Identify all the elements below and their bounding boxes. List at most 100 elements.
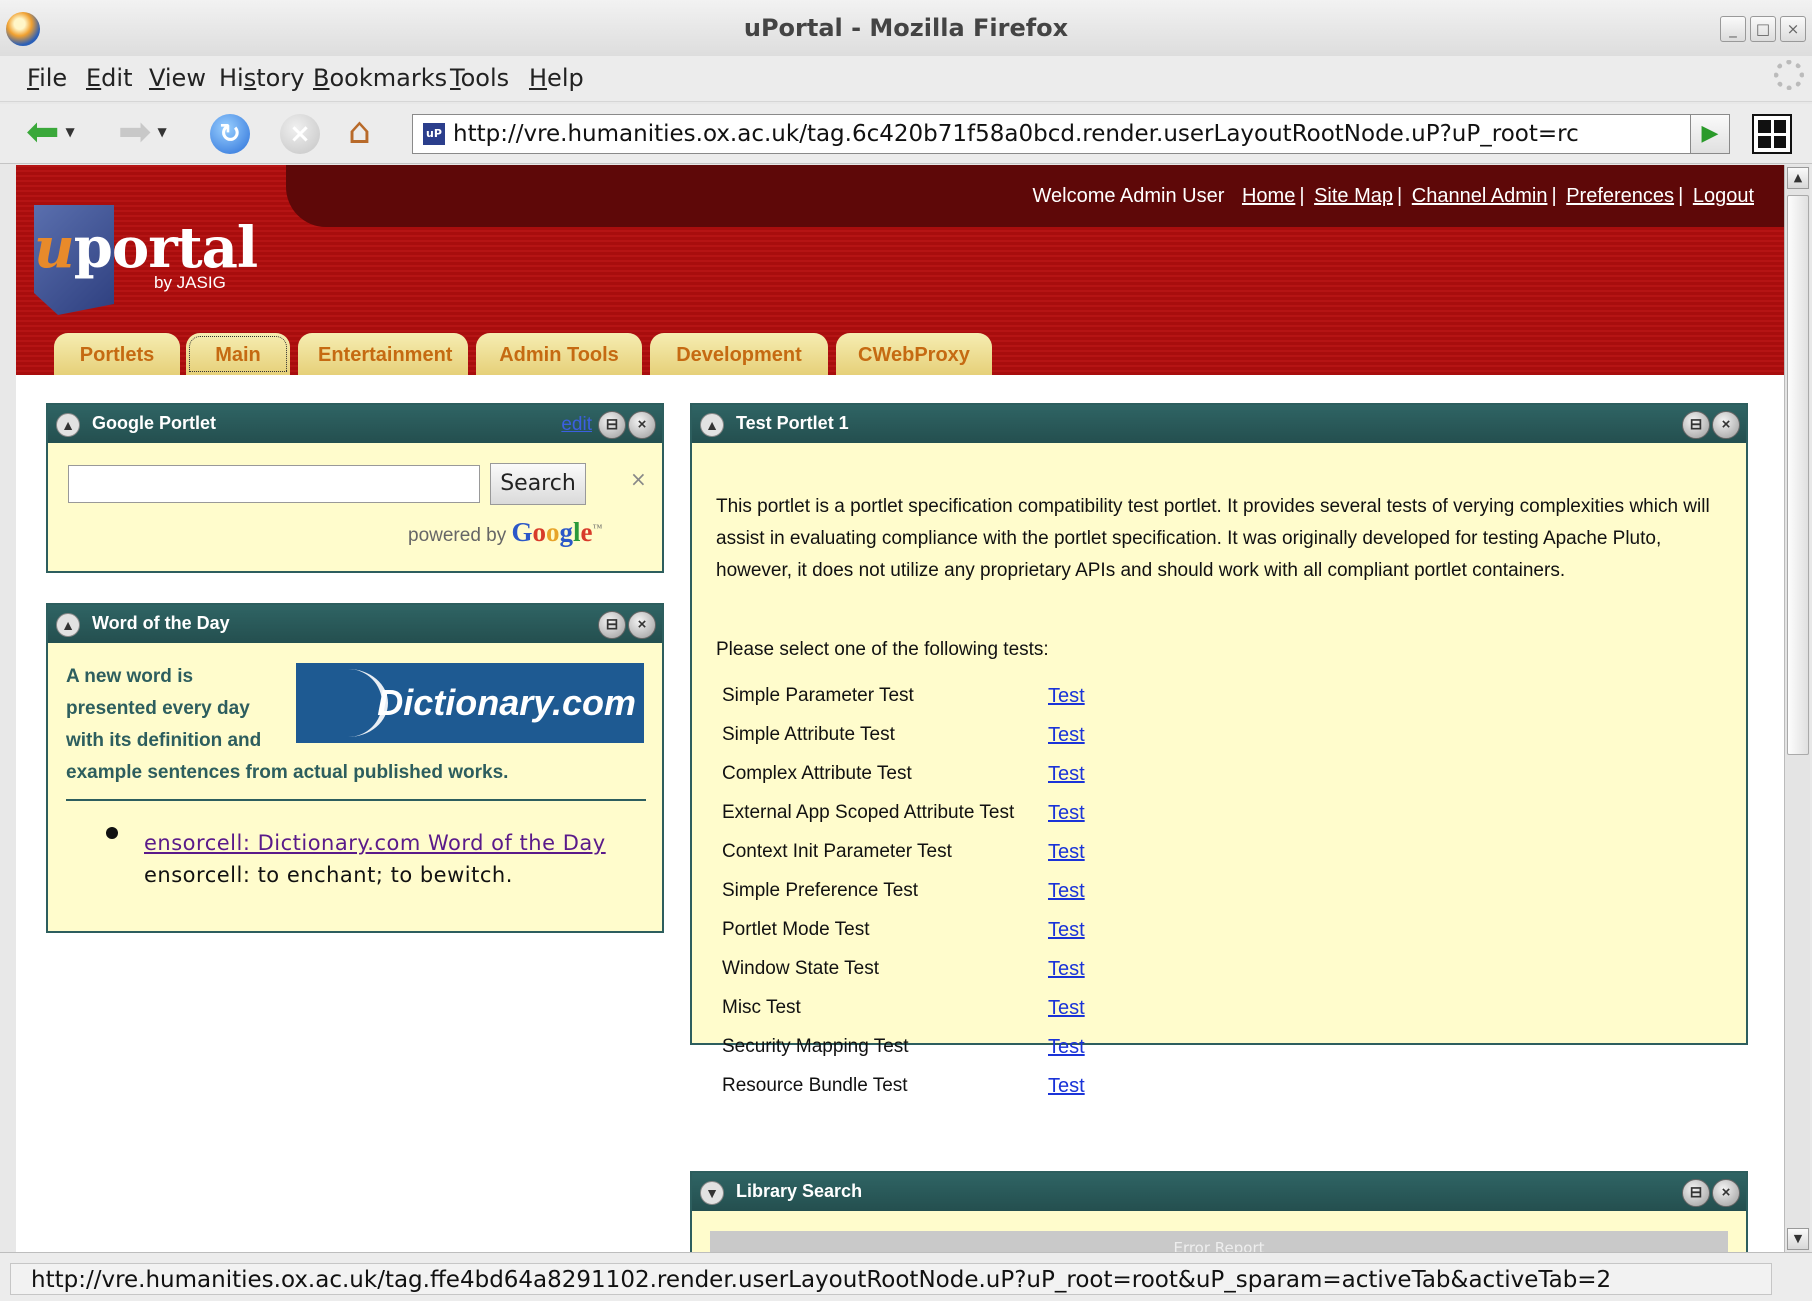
collapse-icon[interactable]: ▲ xyxy=(56,413,80,437)
edit-link[interactable]: edit xyxy=(561,414,592,436)
test-link[interactable]: Test xyxy=(1048,958,1085,981)
library-search-portlet: ▼ Library Search ⊟ × Error Report xyxy=(690,1171,1748,1252)
menu-history[interactable]: History xyxy=(219,60,304,96)
menu-help-key: H xyxy=(529,64,548,92)
nav-logout-link[interactable]: Logout xyxy=(1693,185,1754,207)
test-name: Simple Attribute Test xyxy=(722,724,895,745)
collapse-icon[interactable]: ▲ xyxy=(56,613,80,637)
welcome-text: Welcome Admin User xyxy=(1032,185,1225,207)
test-name: Simple Preference Test xyxy=(722,880,919,901)
close-portlet-icon[interactable]: × xyxy=(628,411,656,439)
menu-history-post: tory xyxy=(256,64,305,92)
minimize-button[interactable]: _ xyxy=(1720,16,1746,42)
menu-bookmarks[interactable]: Bookmarks xyxy=(313,60,447,96)
stop-button[interactable]: × xyxy=(280,114,320,154)
home-button[interactable]: ⌂ xyxy=(348,114,371,150)
menu-file-key: F xyxy=(27,64,40,92)
throbber-icon xyxy=(1774,60,1804,90)
url-bar[interactable]: uP http://vre.humanities.ox.ac.uk/tag.6c… xyxy=(412,114,1730,154)
nav-home-link[interactable]: Home xyxy=(1242,185,1295,207)
wotd-description-line: example sentences from actual published … xyxy=(66,762,509,783)
menu-history-pre: Hi xyxy=(219,64,244,92)
go-button[interactable]: ▶ xyxy=(1690,114,1730,154)
uportal-logo[interactable]: uportal xyxy=(34,215,258,281)
expand-icon[interactable]: ▼ xyxy=(700,1181,724,1205)
collapse-icon[interactable]: ▲ xyxy=(700,413,724,437)
window-controls: _ □ × xyxy=(1720,16,1806,42)
maximize-button[interactable]: □ xyxy=(1750,16,1776,42)
minimize-portlet-icon[interactable]: ⊟ xyxy=(1682,1179,1710,1207)
table-row: Simple Attribute Test Test xyxy=(722,724,1222,763)
tab-main[interactable]: Main xyxy=(186,333,290,375)
window-title: uPortal - Mozilla Firefox xyxy=(743,14,1069,42)
google-search-button[interactable]: Search xyxy=(490,463,586,505)
url-input[interactable]: http://vre.humanities.ox.ac.uk/tag.6c420… xyxy=(453,121,1699,147)
nav-channel-admin-link[interactable]: Channel Admin xyxy=(1412,185,1548,207)
test-link[interactable]: Test xyxy=(1048,724,1085,747)
test-intro-text: This portlet is a portlet specification … xyxy=(716,496,1710,581)
dictionary-logo[interactable]: Dictionary.com xyxy=(296,663,644,743)
close-portlet-icon[interactable]: × xyxy=(1712,411,1740,439)
test-link[interactable]: Test xyxy=(1048,997,1085,1020)
nav-sitemap-link[interactable]: Site Map xyxy=(1314,185,1393,207)
menu-help[interactable]: Help xyxy=(529,60,584,96)
portlet-titlebar: ▼ Library Search ⊟ × xyxy=(692,1173,1746,1211)
gnome-panel-icon[interactable] xyxy=(1752,114,1792,154)
tab-cwebproxy[interactable]: CWebProxy xyxy=(836,333,992,375)
scroll-down-icon[interactable]: ▼ xyxy=(1787,1228,1809,1250)
test-link[interactable]: Test xyxy=(1048,841,1085,864)
portlet-controls: ⊟ × xyxy=(1682,1179,1740,1207)
menu-edit-post: dit xyxy=(101,64,133,92)
test-name: Misc Test xyxy=(722,997,801,1018)
portlet-controls: ⊟ × xyxy=(598,611,656,639)
menu-view[interactable]: View xyxy=(149,60,206,96)
menubar: File Edit View History Bookmarks Tools H… xyxy=(0,56,1812,102)
clear-search-icon[interactable]: × xyxy=(630,467,647,491)
menu-file[interactable]: File xyxy=(27,60,67,96)
close-portlet-icon[interactable]: × xyxy=(628,611,656,639)
google-search-input[interactable] xyxy=(68,465,480,503)
nav-separator: | xyxy=(1678,185,1684,207)
status-text: http://vre.humanities.ox.ac.uk/tag.ffe4b… xyxy=(10,1263,1772,1295)
forward-dropdown-icon[interactable]: ▼ xyxy=(158,125,167,139)
minimize-portlet-icon[interactable]: ⊟ xyxy=(598,611,626,639)
forward-button[interactable]: ➡ ▼ xyxy=(118,112,167,152)
reload-button[interactable]: ↻ xyxy=(210,114,250,154)
divider xyxy=(66,799,646,801)
test-prompt: Please select one of the following tests… xyxy=(716,639,1049,660)
test-link[interactable]: Test xyxy=(1048,880,1085,903)
scrollbar-thumb[interactable] xyxy=(1787,195,1809,755)
vertical-scrollbar[interactable]: ▲ ▼ xyxy=(1784,165,1810,1252)
menu-tools[interactable]: Tools xyxy=(450,60,509,96)
menu-edit[interactable]: Edit xyxy=(86,60,132,96)
nav-preferences-link[interactable]: Preferences xyxy=(1566,185,1674,207)
scroll-up-icon[interactable]: ▲ xyxy=(1787,167,1809,189)
tab-entertainment[interactable]: Entertainment xyxy=(298,333,468,375)
back-button[interactable]: ⬅ ▼ xyxy=(26,112,75,152)
test-link[interactable]: Test xyxy=(1048,1075,1085,1098)
test-link[interactable]: Test xyxy=(1048,1036,1085,1059)
test-name: Security Mapping Test xyxy=(722,1036,909,1057)
logo-u: u xyxy=(34,215,75,281)
tab-development[interactable]: Development xyxy=(650,333,828,375)
test-link[interactable]: Test xyxy=(1048,802,1085,825)
test-link[interactable]: Test xyxy=(1048,685,1085,708)
close-portlet-icon[interactable]: × xyxy=(1712,1179,1740,1207)
test-link[interactable]: Test xyxy=(1048,763,1085,786)
google-logo-letter: o xyxy=(532,517,547,547)
test-link[interactable]: Test xyxy=(1048,919,1085,942)
back-dropdown-icon[interactable]: ▼ xyxy=(66,125,75,139)
test-name: Portlet Mode Test xyxy=(722,919,870,940)
tab-portlets[interactable]: Portlets xyxy=(54,333,180,375)
minimize-portlet-icon[interactable]: ⊟ xyxy=(1682,411,1710,439)
menu-history-key: s xyxy=(243,64,257,92)
wotd-link[interactable]: ensorcell: Dictionary.com Word of the Da… xyxy=(144,831,606,855)
reload-icon: ↻ xyxy=(210,114,250,154)
test-name: External App Scoped Attribute Test xyxy=(722,802,1015,823)
close-button[interactable]: × xyxy=(1780,16,1806,42)
tab-admin-tools[interactable]: Admin Tools xyxy=(476,333,642,375)
table-row: Security Mapping Test Test xyxy=(722,1036,1222,1075)
portlet-title: Word of the Day xyxy=(92,613,230,633)
minimize-portlet-icon[interactable]: ⊟ xyxy=(598,411,626,439)
table-row: Context Init Parameter Test Test xyxy=(722,841,1222,880)
